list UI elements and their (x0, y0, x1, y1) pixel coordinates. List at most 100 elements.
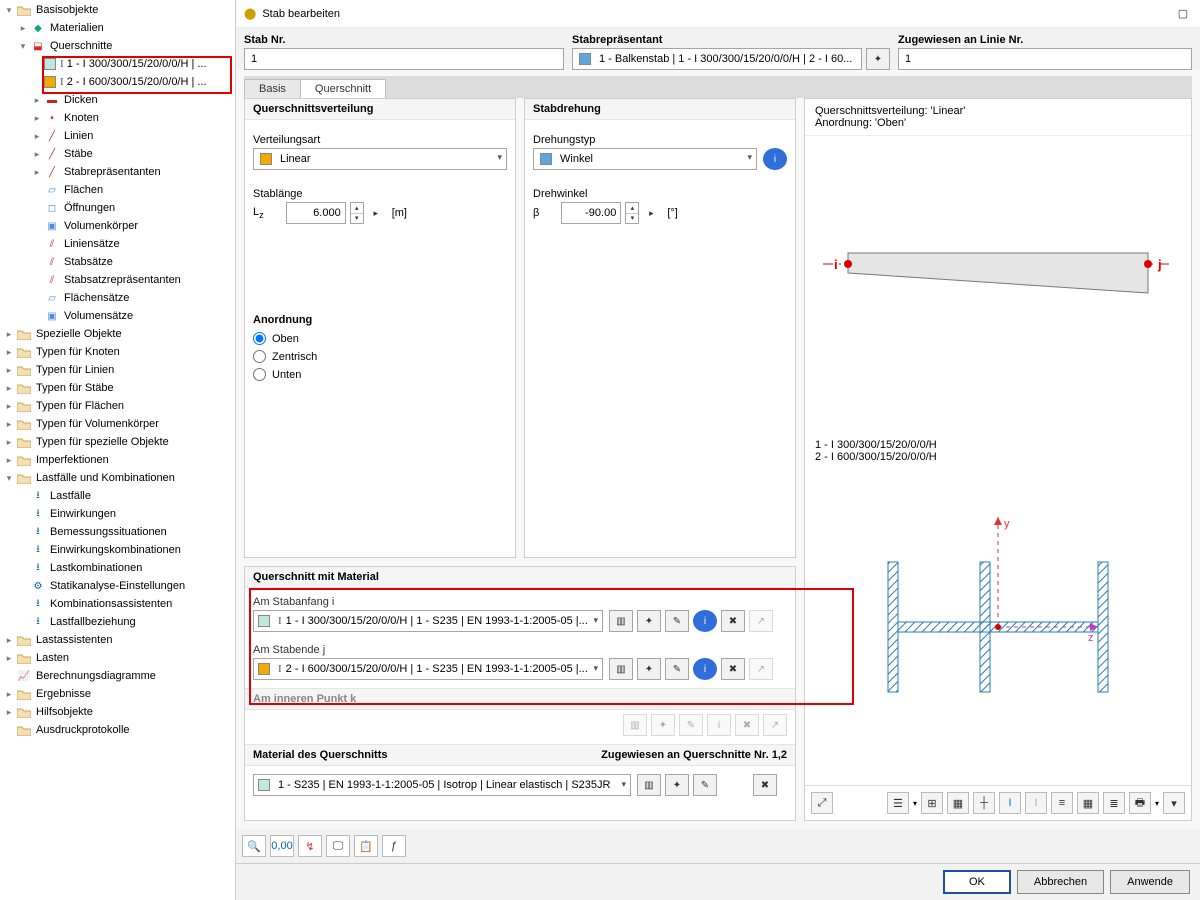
tab-querschnitt[interactable]: Querschnitt (300, 79, 386, 98)
edit-button[interactable]: ✎ (693, 774, 717, 796)
stab-nr-input[interactable]: 1 (244, 48, 564, 70)
vt-dim-button[interactable]: ⊞ (921, 792, 943, 814)
tree-ergebnisse[interactable]: Ergebnisse (36, 685, 91, 703)
vt-thin-button[interactable]: ≡ (1051, 792, 1073, 814)
tree-liniensaetze[interactable]: Liniensätze (64, 235, 120, 253)
tree-lastfaelle[interactable]: Lastfälle und Kombinationen (36, 469, 175, 487)
tree-flaechen[interactable]: Flächen (64, 181, 103, 199)
mat-combo[interactable]: 1 - S235 | EN 1993-1-1:2005-05 | Isotrop… (253, 774, 631, 796)
qs-j-combo[interactable]: I2 - I 600/300/15/20/0/0/H | 1 - S235 | … (253, 658, 603, 680)
tree-lf-bez[interactable]: Lastfallbeziehung (50, 613, 136, 631)
tree-lf-statik[interactable]: Statikanalyse-Einstellungen (50, 577, 185, 595)
tree-qs1[interactable]: 1 - I 300/300/15/20/0/0/H | ... (67, 55, 207, 73)
tree-oeffnungen[interactable]: Öffnungen (64, 199, 115, 217)
tree-lastassist[interactable]: Lastassistenten (36, 631, 112, 649)
tree-lf-einwk[interactable]: Einwirkungskombinationen (50, 541, 181, 559)
tree-volumen[interactable]: Volumenkörper (64, 217, 138, 235)
expand-icon[interactable]: ▸ (16, 23, 30, 34)
navigator-tree[interactable]: ▾Basisobjekte ▸◆Materialien ▾⬓Querschnit… (0, 0, 236, 900)
qs-i-combo[interactable]: I1 - I 300/300/15/20/0/0/H | 1 - S235 | … (253, 610, 603, 632)
tool-copy[interactable]: 📋 (354, 835, 378, 857)
apply-button[interactable]: Anwende (1110, 870, 1190, 894)
vt-view-button[interactable]: ☰ (887, 792, 909, 814)
lz-input[interactable]: 6.000 (286, 202, 346, 224)
tree-materialien[interactable]: Materialien (50, 19, 104, 37)
verteilung-combo[interactable]: Linear▾ (253, 148, 507, 170)
info-icon[interactable]: i (763, 148, 787, 170)
vt-axis2-button[interactable]: ┼ (973, 792, 995, 814)
vt-axis-button[interactable]: ▦ (947, 792, 969, 814)
library-button[interactable]: ▥ (609, 610, 633, 632)
tree-imperf[interactable]: Imperfektionen (36, 451, 109, 469)
library-button[interactable]: ▥ (609, 658, 633, 680)
tree-flaechensaetze[interactable]: Flächensätze (64, 289, 129, 307)
apply-value-icon[interactable]: ▸ (643, 202, 659, 224)
vt-print-button[interactable]: 🖶 (1129, 792, 1151, 814)
tree-volumensaetze[interactable]: Volumensätze (64, 307, 133, 325)
delete-button[interactable]: ✖ (721, 658, 745, 680)
tree-typ-volumen[interactable]: Typen für Volumenkörper (36, 415, 159, 433)
tree-stabrepr[interactable]: Stabrepräsentanten (64, 163, 161, 181)
new-repr-button[interactable]: ✦ (866, 48, 890, 70)
tree-typ-flaechen[interactable]: Typen für Flächen (36, 397, 124, 415)
zug-input[interactable]: 1 (898, 48, 1192, 70)
info-icon[interactable]: i (693, 658, 717, 680)
drehtyp-combo[interactable]: Winkel▾ (533, 148, 757, 170)
tree-typ-knoten[interactable]: Typen für Knoten (36, 343, 120, 361)
tool-display[interactable]: 🖵 (326, 835, 350, 857)
maximize-button[interactable]: ▢ (1166, 0, 1200, 28)
tree-typ-spezielle[interactable]: Typen für spezielle Objekte (36, 433, 169, 451)
tree-dicken[interactable]: Dicken (64, 91, 98, 109)
apply-value-icon[interactable]: ▸ (368, 202, 384, 224)
edit-button[interactable]: ✎ (665, 658, 689, 680)
tool-axes[interactable]: ↯ (298, 835, 322, 857)
tree-berechnung[interactable]: Berechnungsdiagramme (36, 667, 156, 685)
tree-typ-staebe[interactable]: Typen für Stäbe (36, 379, 114, 397)
vt-parts-button[interactable]: I (1025, 792, 1047, 814)
beta-input[interactable]: -90.00 (561, 202, 621, 224)
tree-lf-einw[interactable]: Einwirkungen (50, 505, 116, 523)
tree-spezielle[interactable]: Spezielle Objekte (36, 325, 122, 343)
tree-stabsatzrepr[interactable]: Stabsatzrepräsentanten (64, 271, 181, 289)
tree-querschnitte[interactable]: Querschnitte (50, 37, 112, 55)
ok-button[interactable]: OK (943, 870, 1011, 894)
vt-stress-button[interactable]: I (999, 792, 1021, 814)
beam-viewer[interactable]: Querschnittsverteilung: 'Linear' Anordnu… (804, 98, 1192, 821)
tool-script[interactable]: ƒ (382, 835, 406, 857)
repr-combo[interactable]: 1 - Balkenstab | 1 - I 300/300/15/20/0/0… (572, 48, 862, 70)
edit-button[interactable]: ✎ (665, 610, 689, 632)
new-button[interactable]: ✦ (665, 774, 689, 796)
tool-units[interactable]: 0,00 (270, 835, 294, 857)
tree-lasten[interactable]: Lasten (36, 649, 69, 667)
expand-icon[interactable]: ▾ (2, 5, 16, 16)
library-button[interactable]: ▥ (637, 774, 661, 796)
beta-stepper[interactable]: ▴▾ (625, 202, 639, 224)
delete-button[interactable]: ✖ (721, 610, 745, 632)
tree-lf-bem[interactable]: Bemessungssituationen (50, 523, 167, 541)
vt-more-button[interactable]: ▾ (1163, 792, 1185, 814)
tree-ausdruck[interactable]: Ausdruckprotokolle (36, 721, 130, 739)
cancel-button[interactable]: Abbrechen (1017, 870, 1104, 894)
vt-list-button[interactable]: ≣ (1103, 792, 1125, 814)
vt-values-button[interactable]: ▦ (1077, 792, 1099, 814)
tree-stabsaetze[interactable]: Stabsätze (64, 253, 113, 271)
tree-basisobjekte[interactable]: Basisobjekte (36, 1, 98, 19)
info-icon[interactable]: i (693, 610, 717, 632)
view-fit-button[interactable]: ⤢ (811, 792, 833, 814)
delete-button[interactable]: ✖ (753, 774, 777, 796)
radio-oben[interactable]: Oben (253, 332, 507, 345)
tree-qs2[interactable]: 2 - I 600/300/15/20/0/0/H | ... (67, 73, 207, 91)
radio-unten[interactable]: Unten (253, 368, 507, 381)
tree-typ-linien[interactable]: Typen für Linien (36, 361, 114, 379)
tree-lf-lastfaelle[interactable]: Lastfälle (50, 487, 91, 505)
new-button[interactable]: ✦ (637, 610, 661, 632)
tree-hilfs[interactable]: Hilfsobjekte (36, 703, 93, 721)
tree-lf-lastk[interactable]: Lastkombinationen (50, 559, 142, 577)
radio-zentrisch[interactable]: Zentrisch (253, 350, 507, 363)
lz-stepper[interactable]: ▴▾ (350, 202, 364, 224)
tool-find[interactable]: 🔍 (242, 835, 266, 857)
new-button[interactable]: ✦ (637, 658, 661, 680)
tab-basis[interactable]: Basis (244, 79, 301, 98)
tree-linien[interactable]: Linien (64, 127, 93, 145)
tree-knoten[interactable]: Knoten (64, 109, 99, 127)
